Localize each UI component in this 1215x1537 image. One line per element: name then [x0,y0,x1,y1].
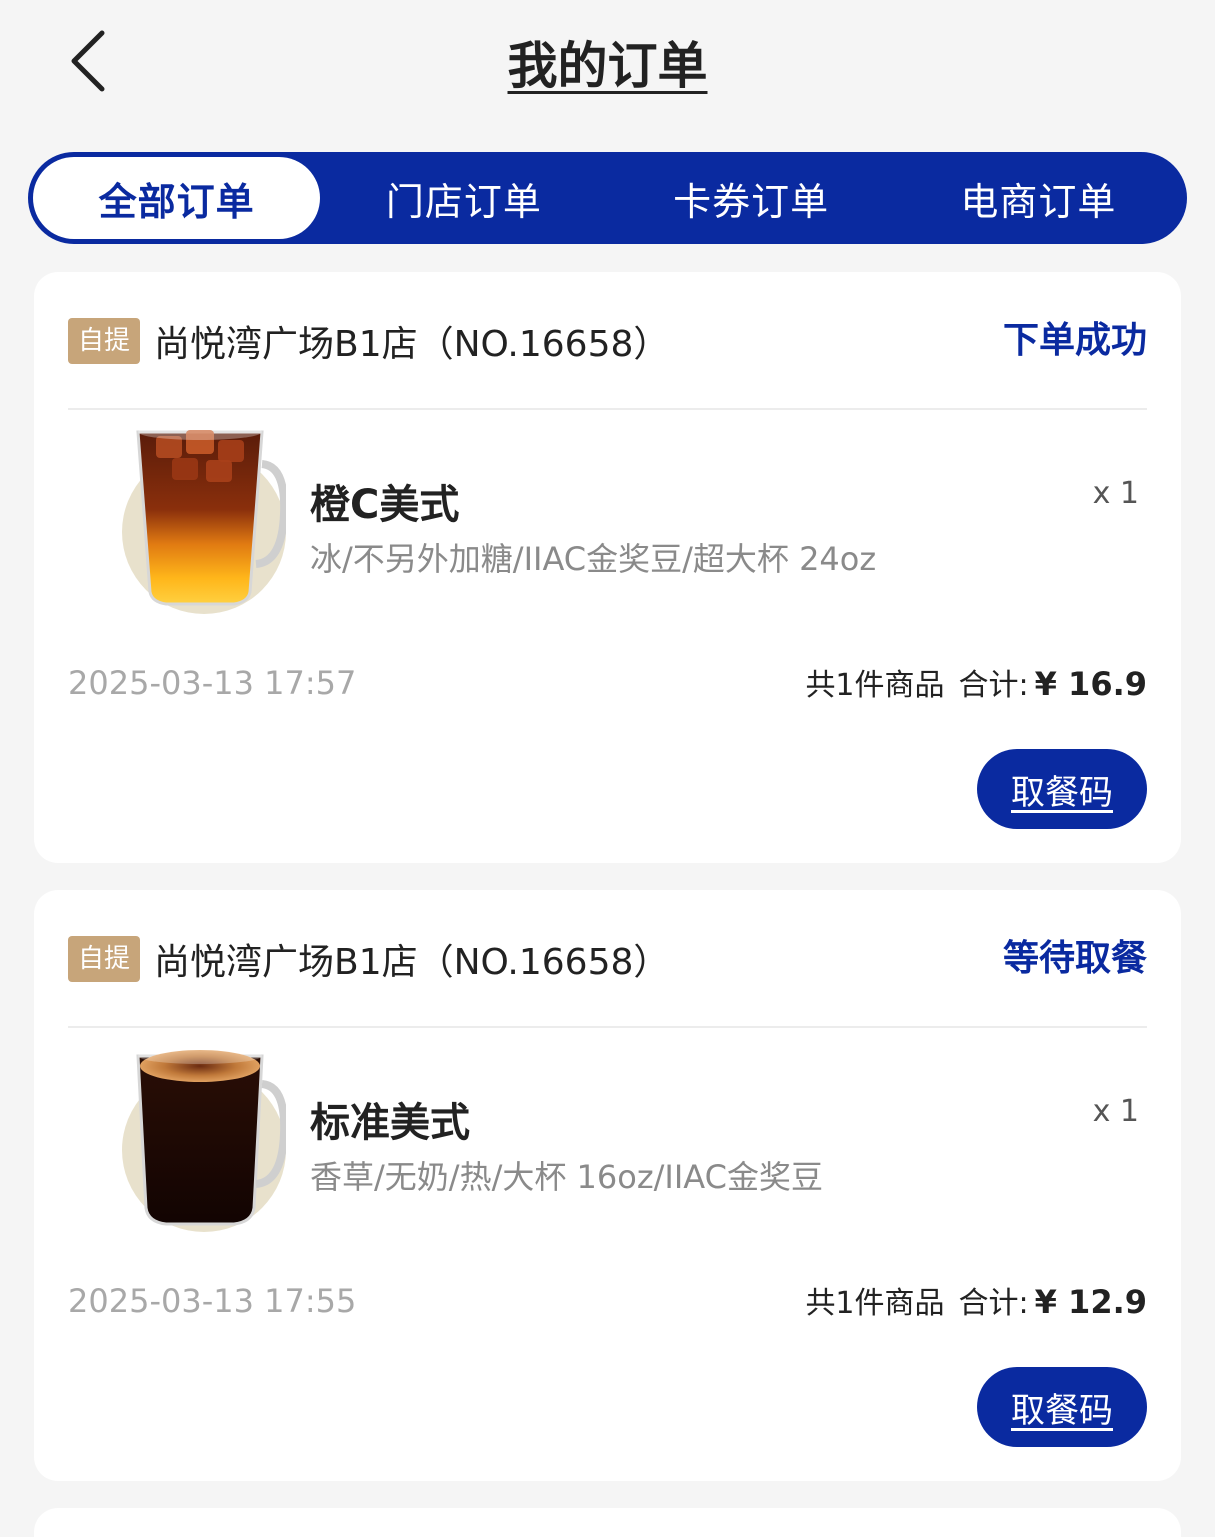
item-count: 共1件商品 [805,1286,945,1321]
tab-all-orders[interactable]: 全部订单 [33,157,321,239]
divider [68,1026,1147,1028]
page-title: 我的订单 [507,37,708,95]
order-status: 等待取餐 [1002,938,1147,979]
header: 我的订单 [0,0,1215,130]
store-row: 自提 尚悦湾广场B1店（NO.16658） 等待取餐 [68,934,1147,984]
divider [68,408,1147,410]
total-amount: ¥ 12.9 [1034,1283,1147,1321]
pickup-badge: 自提 [68,936,141,982]
product-image-iced-americano [116,414,289,614]
order-card[interactable]: 自提 尚悦湾广场B1店（NO.16658） 等待取餐 标准美式 香草/无奶/热/… [34,890,1181,1481]
product-name: 橙C美式 [310,482,460,528]
product-name: 标准美式 [310,1100,470,1146]
product-spec: 香草/无奶/热/大杯 16oz/IIAC金奖豆 [310,1158,823,1196]
total-amount: ¥ 16.9 [1034,665,1147,703]
product-image-hot-americano [116,1032,289,1232]
order-total: 共1件商品 合计: ¥ 16.9 [805,660,1147,704]
order-time: 2025-03-13 17:57 [68,664,357,702]
order-tabs: 全部订单 门店订单 卡券订单 电商订单 [28,152,1187,244]
product-spec: 冰/不另外加糖/IIAC金奖豆/超大杯 24oz [310,540,877,578]
pickup-badge: 自提 [68,318,141,364]
order-total: 共1件商品 合计: ¥ 12.9 [805,1278,1147,1322]
store-name: 尚悦湾广场B1店（NO.16658） [154,942,670,983]
order-card[interactable]: 自提 尚悦湾广场B1店（NO.16658） 下单成功 橙C美式 冰/不另外加糖/… [34,272,1181,863]
order-status: 下单成功 [1002,320,1147,361]
tab-ecommerce-orders[interactable]: 电商订单 [895,157,1182,239]
item-count: 共1件商品 [805,668,945,703]
product-quantity: x 1 [1092,1094,1139,1129]
total-label: 合计: [958,668,1029,703]
product-quantity: x 1 [1092,476,1139,511]
order-time: 2025-03-13 17:55 [68,1282,357,1320]
orders-page: 我的订单 全部订单 门店订单 卡券订单 电商订单 自提 尚悦湾广场B1店（NO.… [0,0,1215,1537]
pickup-code-button[interactable]: 取餐码 [977,1367,1147,1447]
store-name: 尚悦湾广场B1店（NO.16658） [154,324,670,365]
tab-coupon-orders[interactable]: 卡券订单 [608,157,895,239]
pickup-code-button[interactable]: 取餐码 [977,749,1147,829]
total-label: 合计: [958,1286,1029,1321]
order-card[interactable] [34,1508,1181,1537]
store-row: 自提 尚悦湾广场B1店（NO.16658） 下单成功 [68,316,1147,366]
tab-store-orders[interactable]: 门店订单 [320,157,607,239]
